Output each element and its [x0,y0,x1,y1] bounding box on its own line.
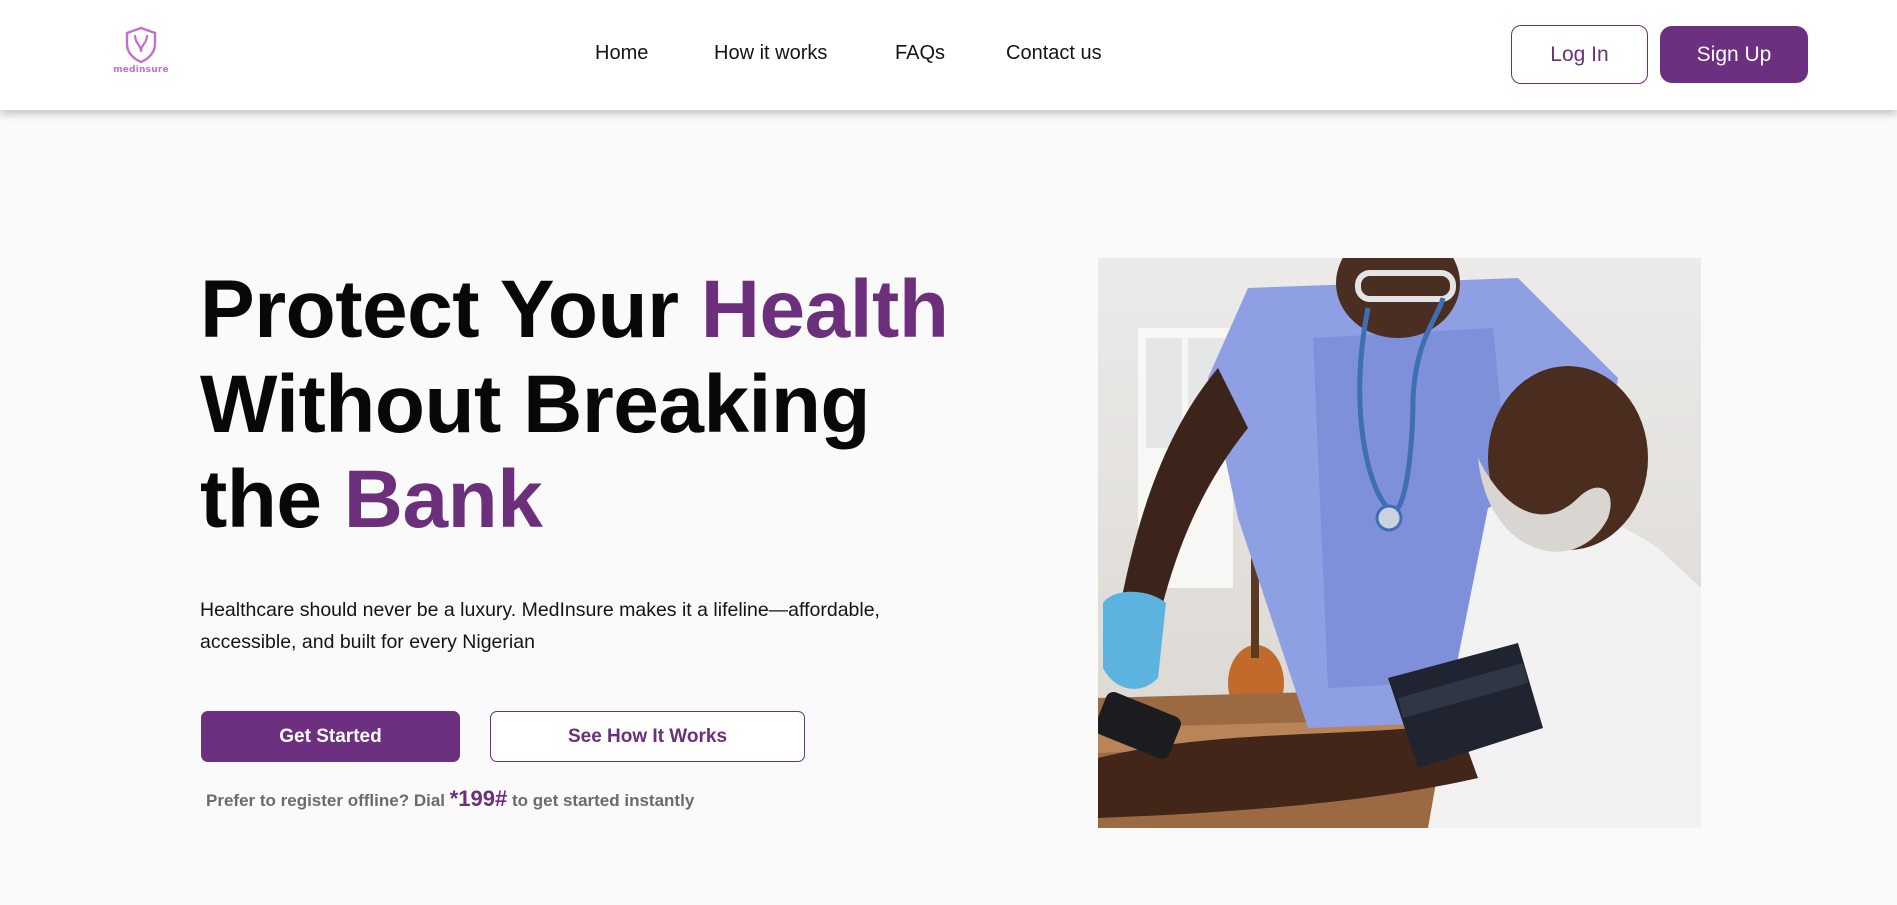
headline-accent-bank: Bank [343,454,543,545]
see-how-it-works-button[interactable]: See How It Works [490,711,805,762]
nav-home[interactable]: Home [595,42,648,65]
get-started-button[interactable]: Get Started [201,711,460,762]
offline-prefix: Prefer to register offline? Dial [206,791,450,810]
headline-part-1: Protect Your [200,264,701,355]
signup-button[interactable]: Sign Up [1660,26,1808,83]
logo-wordmark: medinsure [113,65,169,75]
headline-part-2: Without Breaking [200,359,871,450]
nurse-checking-blood-pressure-illustration [1098,258,1701,828]
offline-registration-note: Prefer to register offline? Dial *199# t… [206,786,694,812]
login-button[interactable]: Log In [1511,25,1648,84]
nav-contact-us[interactable]: Contact us [1006,42,1102,65]
headline-accent-health: Health [700,264,949,355]
ussd-code: *199# [449,786,508,811]
medinsure-logo[interactable]: medinsure [113,26,169,78]
shield-icon [125,26,157,64]
top-navbar: medinsure Home How it works FAQs Contact… [0,0,1897,110]
offline-suffix: to get started instantly [507,791,695,810]
nav-how-it-works[interactable]: How it works [714,42,827,65]
hero-photo [1098,258,1701,828]
nav-faqs[interactable]: FAQs [895,42,945,65]
headline-part-3: the [200,454,344,545]
hero-subtext: Healthcare should never be a luxury. Med… [200,599,880,653]
hero-headline: Protect Your Health Without Breaking the… [200,262,960,547]
